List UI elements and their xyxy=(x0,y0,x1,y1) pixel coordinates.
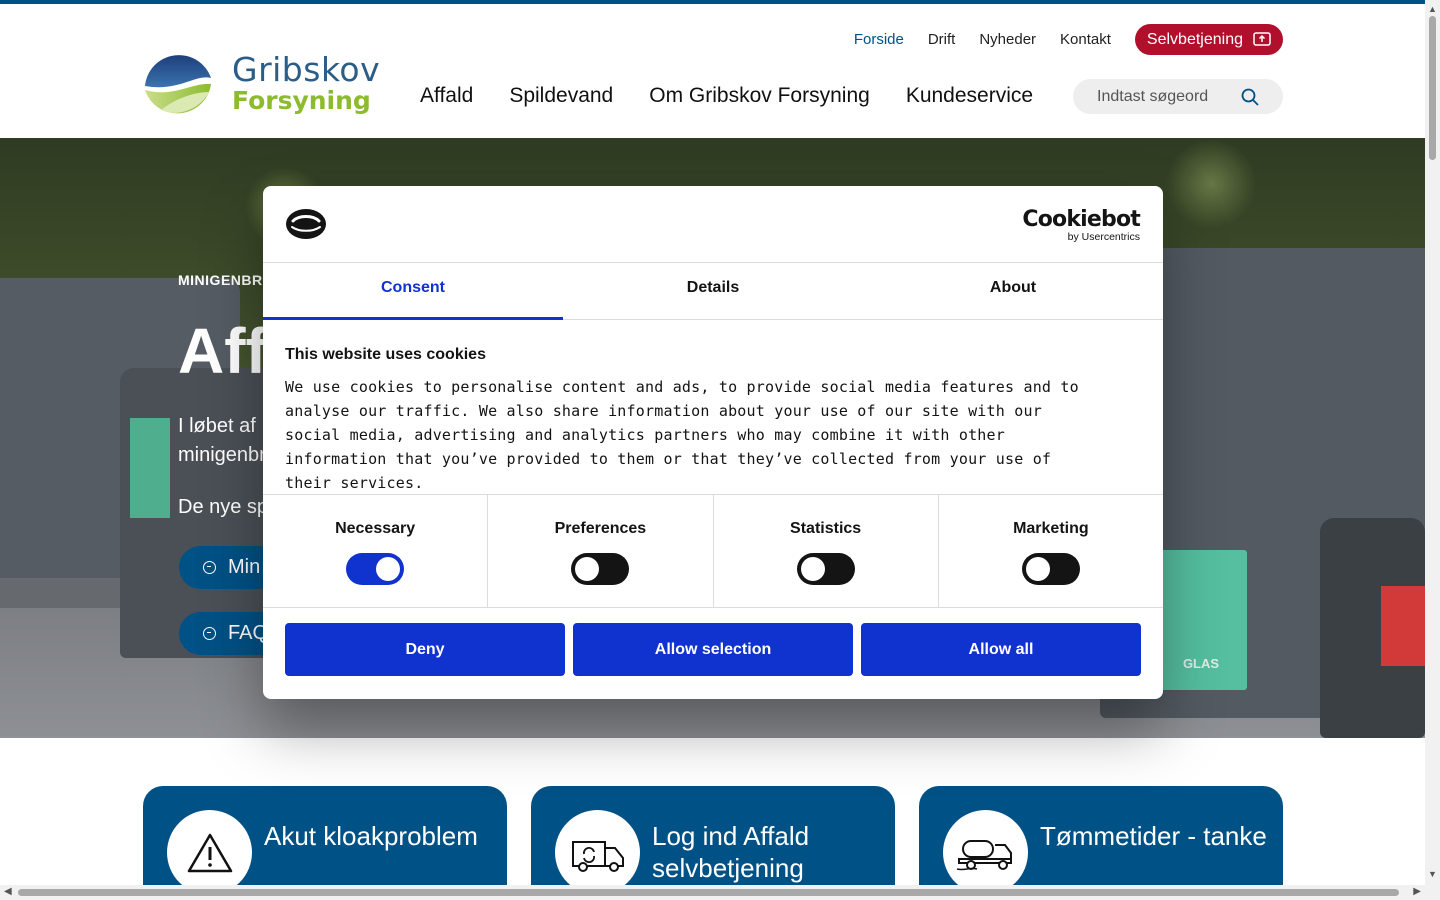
cookie-dialog-body: We use cookies to personalise content an… xyxy=(285,378,1079,492)
category-marketing: Marketing xyxy=(939,495,1163,607)
category-preferences: Preferences xyxy=(488,495,714,607)
screen-upload-icon xyxy=(1253,31,1271,46)
card-affald-selvbetjening[interactable]: Log ind Affald selvbetjening xyxy=(531,786,895,900)
glas-sign-text: GLAS xyxy=(1182,656,1220,671)
card-label: Tømmetider - tanke xyxy=(1040,821,1267,851)
scroll-up-icon[interactable]: ▲ xyxy=(1428,4,1437,14)
self-service-label: Selvbetjening xyxy=(1146,30,1243,48)
hero-button-label: FAQ xyxy=(228,622,269,644)
nav-om-gribskov-forsyning[interactable]: Om Gribskov Forsyning xyxy=(649,84,870,108)
vertical-scroll-thumb[interactable] xyxy=(1429,16,1436,160)
scroll-left-icon[interactable]: ◀ xyxy=(4,886,12,897)
arrow-circle-icon xyxy=(203,627,216,640)
cookie-consent-dialog: Cookiebot by Usercentrics Consent Detail… xyxy=(263,186,1163,699)
search-box xyxy=(1073,79,1283,114)
quick-links: Akut kloakproblem Log ind Affald selvbet… xyxy=(0,786,1425,900)
logo[interactable]: Gribskov Forsyning xyxy=(143,48,403,120)
util-link-drift[interactable]: Drift xyxy=(928,31,956,48)
necessary-toggle[interactable] xyxy=(346,553,405,585)
scroll-down-icon[interactable]: ▼ xyxy=(1428,869,1437,879)
cookiebot-byline: by Usercentrics xyxy=(1067,231,1140,243)
category-label: Statistics xyxy=(790,520,862,537)
main-nav: Affald Spildevand Om Gribskov Forsyning … xyxy=(420,84,1033,108)
card-label: Akut kloakproblem xyxy=(264,821,478,851)
logo-mark-icon xyxy=(145,55,211,114)
hero-bin-label xyxy=(130,418,170,518)
search-icon[interactable] xyxy=(1241,88,1259,106)
logo-name: Gribskov xyxy=(232,50,381,89)
cookiebot-mark-icon xyxy=(286,209,326,239)
logo-subname: Forsyning xyxy=(232,86,371,115)
allow-all-button[interactable]: Allow all xyxy=(861,623,1141,676)
category-label: Necessary xyxy=(335,520,416,537)
scroll-right-icon[interactable]: ▶ xyxy=(1413,886,1421,897)
util-link-nyheder[interactable]: Nyheder xyxy=(979,31,1036,48)
category-label: Preferences xyxy=(554,520,647,537)
hero-battery-sign xyxy=(1381,586,1425,666)
hero-text-secondary: De nye sp xyxy=(178,496,269,518)
category-label: Marketing xyxy=(1013,520,1089,537)
hero-title: Aff xyxy=(178,315,267,387)
cookie-dialog-tabs: Consent Details About xyxy=(263,263,1163,320)
cookie-dialog-heading: This website uses cookies xyxy=(285,346,486,363)
cookiebot-wordmark: Cookiebot xyxy=(1022,207,1140,232)
deny-button[interactable]: Deny xyxy=(285,623,565,676)
garbage-truck-icon xyxy=(571,840,624,872)
cookie-dialog-header: Cookiebot by Usercentrics xyxy=(263,186,1163,263)
card-label: Log ind Affald selvbetjening xyxy=(652,821,810,883)
site-header: Gribskov Forsyning Forside Drift Nyheder… xyxy=(0,4,1425,138)
self-service-button[interactable]: Selvbetjening xyxy=(1134,24,1283,55)
tab-about[interactable]: About xyxy=(863,263,1163,319)
utility-nav: Forside Drift Nyheder Kontakt Selvbetjen… xyxy=(830,24,1283,55)
horizontal-scrollbar[interactable]: ◀ ▶ xyxy=(0,885,1425,900)
preferences-toggle[interactable] xyxy=(571,553,630,585)
tab-consent[interactable]: Consent xyxy=(263,263,563,320)
cookie-category-toggles: Necessary Preferences Statistics Marketi… xyxy=(263,494,1163,608)
card-akut-kloakproblem[interactable]: Akut kloakproblem xyxy=(143,786,507,900)
search-input[interactable] xyxy=(1097,87,1237,106)
util-link-kontakt[interactable]: Kontakt xyxy=(1060,31,1111,48)
nav-spildevand[interactable]: Spildevand xyxy=(509,84,613,108)
card-icon-circle xyxy=(167,810,252,895)
marketing-toggle[interactable] xyxy=(1021,553,1080,585)
warning-icon xyxy=(187,833,232,872)
card-icon-circle xyxy=(555,810,640,895)
statistics-toggle[interactable] xyxy=(796,553,855,585)
tank-truck-icon xyxy=(956,839,1012,870)
hero-button-label: Min xyxy=(228,556,261,578)
arrow-circle-icon xyxy=(203,561,216,574)
hero-glas-sign: GLAS xyxy=(1155,550,1247,690)
cookie-dialog-actions: Deny Allow selection Allow all xyxy=(285,623,1141,676)
hero-eyebrow: MINIGENBRU xyxy=(178,272,274,288)
category-necessary: Necessary xyxy=(263,495,489,607)
cookiebot-brand[interactable]: Cookiebot by Usercentrics xyxy=(1022,208,1140,243)
allow-selection-button[interactable]: Allow selection xyxy=(573,623,853,676)
horizontal-scroll-thumb[interactable] xyxy=(18,889,1399,896)
nav-kundeservice[interactable]: Kundeservice xyxy=(906,84,1033,108)
card-icon-circle xyxy=(943,810,1028,895)
tab-details[interactable]: Details xyxy=(563,263,863,319)
nav-affald[interactable]: Affald xyxy=(420,84,473,108)
category-statistics: Statistics xyxy=(714,495,939,607)
card-tommetider-tanke[interactable]: Tømmetider - tanke xyxy=(919,786,1283,900)
util-link-forside[interactable]: Forside xyxy=(854,31,904,48)
vertical-scrollbar[interactable]: ▲ ▼ xyxy=(1425,0,1440,900)
